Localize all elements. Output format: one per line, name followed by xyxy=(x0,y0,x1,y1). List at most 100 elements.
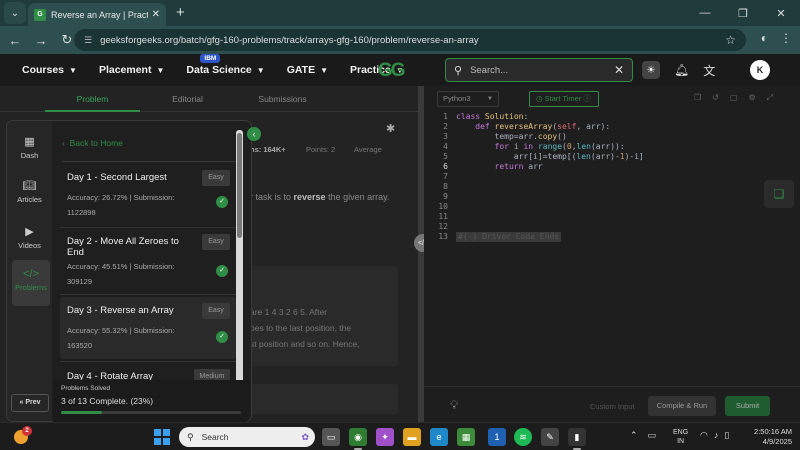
line-number: 2 xyxy=(443,122,448,131)
nav-label: GATE xyxy=(286,64,316,76)
volume-icon[interactable]: ♪ xyxy=(714,430,719,441)
browser-tab-active[interactable]: G Reverse an Array | Practice | Gee ✕ xyxy=(28,3,166,26)
windows-start-icon[interactable] xyxy=(154,429,170,445)
list-item[interactable]: Day 2 - Move All Zeroes to End Easy Accu… xyxy=(60,228,236,290)
new-tab-button[interactable]: + xyxy=(176,4,185,21)
chevron-down-icon: ▼ xyxy=(256,65,265,75)
side-nav-problems[interactable]: </> Problems xyxy=(12,260,50,306)
prev-button[interactable]: « Prev xyxy=(11,394,49,412)
language-select[interactable]: Python3 ▼ xyxy=(437,91,499,107)
chrome-icon[interactable]: ◉ xyxy=(349,428,367,450)
side-nav-videos[interactable]: ▶ Videos xyxy=(7,225,52,250)
bookmark-star-icon[interactable]: ☆ xyxy=(725,33,736,47)
code-area[interactable]: 1 class Solution: 2 def reverseArray(self… xyxy=(424,112,800,386)
url-text: geeksforgeeks.org/batch/gfg-160-problems… xyxy=(100,34,479,46)
accuracy-text: Accuracy: 55.32% | Submission: xyxy=(67,326,175,335)
battery-status-icon[interactable]: ▯ xyxy=(724,430,729,441)
side-nav-dash[interactable]: ▦ Dash xyxy=(7,135,52,160)
lang-line-2: IN xyxy=(677,438,685,445)
tab-submissions[interactable]: Submissions xyxy=(235,94,330,104)
task-view-icon[interactable]: ▭ xyxy=(322,428,340,446)
submissions-value: 309129 xyxy=(67,277,93,286)
fullscreen-icon[interactable]: ▢ xyxy=(730,93,738,103)
accuracy-text: Accuracy: 26.72% | Submission: xyxy=(67,193,175,202)
copilot-icon[interactable]: ✦ xyxy=(376,428,394,446)
compile-run-button[interactable]: Compile & Run xyxy=(648,396,716,416)
collapse-panel-icon[interactable]: ‹ xyxy=(247,127,261,141)
url-field[interactable]: ☰ geeksforgeeks.org/batch/gfg-160-proble… xyxy=(74,29,746,51)
list-item[interactable]: Day 1 - Second Largest Easy Accuracy: 26… xyxy=(60,164,236,226)
avatar[interactable]: K xyxy=(750,60,770,80)
store-icon[interactable]: ▦ xyxy=(457,428,475,446)
submit-button[interactable]: Submit xyxy=(725,396,770,416)
side-nav-label: Dash xyxy=(20,151,39,160)
close-icon[interactable]: ✕ xyxy=(614,63,624,77)
close-window-button[interactable]: ✕ xyxy=(762,0,800,26)
file-explorer-icon[interactable]: ▬ xyxy=(403,428,421,446)
back-to-home-link[interactable]: ‹ Back to Home xyxy=(62,138,123,148)
start-timer-label: Start Timer xyxy=(544,94,582,103)
problem-title: Day 1 - Second Largest xyxy=(67,172,167,183)
tab-problem[interactable]: Problem xyxy=(45,86,140,112)
scrollbar-thumb[interactable] xyxy=(237,133,242,238)
maximize-icon[interactable]: ⤢ xyxy=(767,93,773,103)
chat-icon[interactable]: ❏ xyxy=(764,180,794,208)
clock[interactable]: 2:50:16 AM 4/9/2025 xyxy=(748,427,792,447)
system-tray: ⌃ ▭ xyxy=(630,430,656,441)
language-indicator[interactable]: ENG IN xyxy=(673,428,688,446)
gfg-logo[interactable]: GG xyxy=(378,60,406,82)
custom-input-button[interactable]: Custom Input xyxy=(590,402,635,411)
side-nav-articles[interactable]: 📖︎ Articles xyxy=(7,179,52,204)
example-box-2 xyxy=(250,384,398,414)
edge-icon[interactable]: e xyxy=(430,428,448,446)
bell-icon[interactable]: 🔔︎ xyxy=(674,63,689,77)
teams-icon[interactable]: 1 xyxy=(488,428,506,446)
list-item-active[interactable]: Day 3 - Reverse an Array Easy Accuracy: … xyxy=(60,297,236,359)
wifi-icon[interactable]: ◠ xyxy=(700,430,708,441)
language-value: Python3 xyxy=(443,94,471,103)
chevron-down-icon: ▼ xyxy=(69,65,77,75)
line-number: 9 xyxy=(443,192,448,201)
weather-widget[interactable]: 2 xyxy=(12,426,32,446)
spotify-icon[interactable]: ≋ xyxy=(514,428,532,446)
forward-icon[interactable]: → xyxy=(30,33,52,48)
battery-icon[interactable]: ▭ xyxy=(648,430,657,441)
statement-post: the given array. xyxy=(325,192,390,202)
nav-courses[interactable]: Courses ▼ xyxy=(22,64,77,76)
tab-title: Reverse an Array | Practice | Gee xyxy=(51,9,148,20)
taskbar-search[interactable]: ⚲ Search ✿ xyxy=(179,427,315,447)
tab-close-icon[interactable]: ✕ xyxy=(152,9,160,20)
chevron-down-icon: ▼ xyxy=(487,96,493,102)
site-info-icon[interactable]: ☰ xyxy=(84,35,92,46)
bug-report-icon[interactable]: ✱ xyxy=(386,122,395,135)
chevron-up-icon[interactable]: ⌃ xyxy=(630,430,638,441)
nav-data-science[interactable]: IBM Data Science ▼ xyxy=(186,54,265,76)
copy-icon[interactable]: ❐ xyxy=(694,93,701,103)
back-icon[interactable]: ← xyxy=(4,33,26,48)
line-number: 6 xyxy=(443,162,448,171)
tab-editorial[interactable]: Editorial xyxy=(140,94,235,104)
terminal-icon[interactable]: ▮ xyxy=(568,428,586,450)
search-icon: ⚲ xyxy=(187,431,194,442)
profile-icon[interactable]: ◐ xyxy=(761,31,768,45)
line-number: 7 xyxy=(443,172,448,181)
line-number: 11 xyxy=(438,212,448,221)
problem-title: Day 2 - Move All Zeroes to End xyxy=(67,236,179,258)
translate-icon[interactable]: 文 xyxy=(703,62,715,79)
notepad-icon[interactable]: ✎ xyxy=(541,428,559,446)
nav-placement[interactable]: Placement ▼ xyxy=(99,64,164,76)
site-search-input[interactable]: ⚲ Search... ✕ xyxy=(445,58,633,82)
menu-kebab-icon[interactable]: ⋮ xyxy=(780,31,792,45)
hint-bulb-icon[interactable]: 💡︎ xyxy=(450,398,458,413)
settings-icon[interactable]: ⚙ xyxy=(748,93,755,103)
minimize-button[interactable]: — xyxy=(686,0,724,26)
taskbar-search-label: Search xyxy=(201,432,229,442)
reset-icon[interactable]: ↺ xyxy=(712,93,719,103)
check-icon: ✓ xyxy=(216,196,228,208)
nav-gate[interactable]: GATE ▼ xyxy=(287,64,328,76)
tab-search-button[interactable]: ⌄ xyxy=(4,2,26,24)
code-line: for i in range(0,len(arr)): xyxy=(494,142,625,151)
maximize-button[interactable]: ❐ xyxy=(724,0,762,26)
start-timer-button[interactable]: ◷ Start Timer ⓘ xyxy=(529,91,599,107)
theme-toggle-icon[interactable]: ☀ xyxy=(642,61,660,79)
